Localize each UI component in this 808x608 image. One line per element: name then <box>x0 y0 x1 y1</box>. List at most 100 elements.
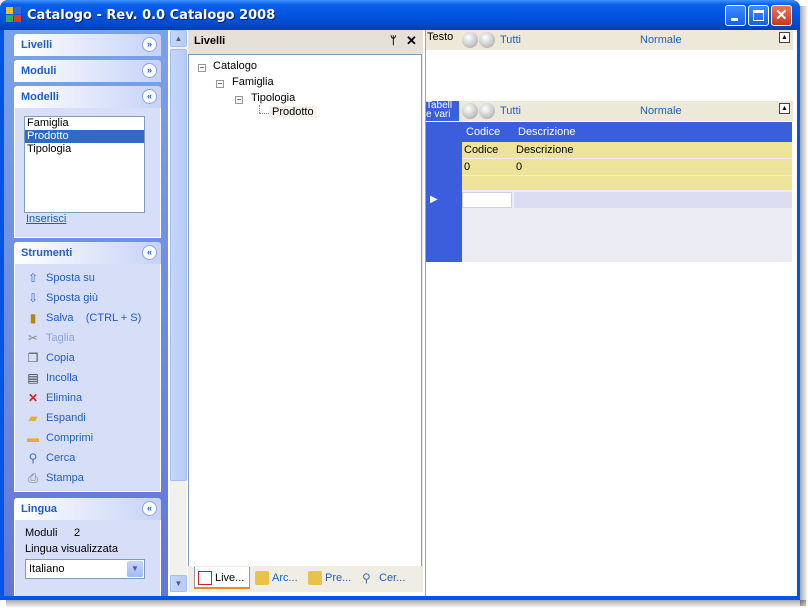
collapse-chevron-icon[interactable]: « <box>142 245 157 260</box>
table-cell[interactable]: Codice <box>462 142 514 158</box>
table-cell[interactable] <box>514 176 792 190</box>
tool-elimina[interactable]: ✕ Elimina <box>25 389 82 407</box>
tool-label: Comprimi <box>46 432 94 444</box>
window-title: Catalogo - Rev. 0.0 Catalogo 2008 <box>27 8 276 23</box>
app-window: Catalogo - Rev. 0.0 Catalogo 2008 ✕ Live… <box>0 0 800 600</box>
maximize-icon <box>753 10 764 21</box>
inserisci-link[interactable]: Inserisci <box>26 213 66 225</box>
lingua-select[interactable]: Italiano ▼ <box>25 559 145 579</box>
tree-node[interactable]: Prodotto <box>269 106 317 118</box>
filter-link[interactable]: Tutti <box>500 34 521 46</box>
list-item[interactable]: Famiglia <box>25 117 144 130</box>
panel-scrollbar[interactable]: ▲ ▼ <box>170 30 187 592</box>
column-header[interactable]: Codice <box>462 122 514 142</box>
tool-comprimi[interactable]: ▬ Comprimi <box>25 429 93 447</box>
data-grid[interactable]: Codice Descrizione Codice Descrizione 0 … <box>426 122 792 262</box>
scissors-icon: ✂ <box>27 331 39 346</box>
new-row-cell[interactable] <box>514 192 792 208</box>
tab-cerca[interactable]: ⚲ Cer... <box>359 567 414 589</box>
livelli-header[interactable]: Livelli » <box>14 34 161 56</box>
archive-icon <box>255 571 269 585</box>
tool-cerca[interactable]: ⚲ Cerca <box>25 449 76 467</box>
new-row-cell[interactable] <box>462 192 512 208</box>
lingua-header[interactable]: Lingua « <box>14 498 161 520</box>
tab-label: Arc... <box>272 572 298 584</box>
tool-sposta-su[interactable]: ⇧ Sposta su <box>25 269 95 287</box>
toggle-orb-icon[interactable] <box>479 103 495 119</box>
pin-icon[interactable]: ᛘ <box>390 35 397 47</box>
tool-label: Salva (CTRL + S) <box>46 312 142 324</box>
scroll-down-button[interactable]: ▼ <box>170 575 187 592</box>
close-icon[interactable]: ✕ <box>406 33 417 49</box>
scroll-up-button[interactable]: ▲ <box>170 30 187 47</box>
paste-icon: ▤ <box>27 371 39 386</box>
tool-incolla[interactable]: ▤ Incolla <box>25 369 77 387</box>
expand-chevron-icon[interactable]: » <box>142 37 157 52</box>
collapse-node-icon[interactable]: − <box>235 96 243 104</box>
toggle-orb-icon[interactable] <box>479 32 495 48</box>
modelli-header[interactable]: Modelli « <box>14 86 161 108</box>
app-icon <box>6 7 22 23</box>
modelli-body: Famiglia Prodotto Tipologia Inserisci <box>14 108 161 238</box>
tool-taglia[interactable]: ✂ Taglia <box>25 329 75 347</box>
tab-livelli[interactable]: Live... <box>194 567 250 589</box>
tool-stampa[interactable]: ⎙ Stampa <box>25 469 84 487</box>
tree-view[interactable]: − Catalogo − Famiglia − Tipologia Prodot… <box>188 54 422 568</box>
moduli-count-value: 2 <box>74 527 81 539</box>
moduli-header[interactable]: Moduli » <box>14 60 161 82</box>
mode-link[interactable]: Normale <box>640 105 682 117</box>
tree-node[interactable]: Catalogo <box>213 60 257 72</box>
modelli-list[interactable]: Famiglia Prodotto Tipologia <box>24 116 145 213</box>
tree-node[interactable]: Tipologia <box>251 92 295 104</box>
collapse-icon[interactable]: ▲ <box>779 32 790 43</box>
tab-preferiti[interactable]: Pre... <box>305 567 355 589</box>
tree-node[interactable]: Famiglia <box>232 76 274 88</box>
title-bar[interactable]: Catalogo - Rev. 0.0 Catalogo 2008 ✕ <box>0 0 800 30</box>
modelli-title: Modelli <box>21 91 59 103</box>
filter-link[interactable]: Tutti <box>500 105 521 117</box>
tree-line <box>259 113 269 115</box>
tool-salva[interactable]: ▮ Salva (CTRL + S) <box>25 309 142 327</box>
toggle-orb-icon[interactable] <box>462 103 478 119</box>
moduli-title: Moduli <box>21 65 57 77</box>
table-cell[interactable]: Descrizione <box>514 142 792 158</box>
table-cell[interactable]: 0 <box>514 159 792 175</box>
tab-archivi[interactable]: Arc... <box>252 567 302 589</box>
toggle-orb-icon[interactable] <box>462 32 478 48</box>
chevron-down-icon[interactable]: ▼ <box>127 561 143 577</box>
close-button[interactable]: ✕ <box>771 5 792 26</box>
tool-copia[interactable]: ❐ Copia <box>25 349 75 367</box>
tool-sposta-giu[interactable]: ⇩ Sposta giù <box>25 289 98 307</box>
strumenti-body: ⇧ Sposta su ⇩ Sposta giù ▮ Salva (CTRL + S)… <box>14 264 161 492</box>
table-cell[interactable]: 0 <box>462 159 514 175</box>
collapse-node-icon[interactable]: − <box>216 80 224 88</box>
collapse-chevron-icon[interactable]: « <box>142 501 157 516</box>
tab-label: Cer... <box>379 572 406 584</box>
maximize-button[interactable] <box>748 5 769 26</box>
list-item[interactable]: Tipologia <box>25 143 144 156</box>
collapse-chevron-icon[interactable]: « <box>142 89 157 104</box>
task-pane: Livelli » Moduli » Modelli « Famiglia Pr… <box>4 30 168 596</box>
folder-icon: ▬ <box>27 431 39 446</box>
panel-tabs: Live... Arc... Pre... ⚲ Cer... <box>188 566 423 592</box>
minimize-button[interactable] <box>725 5 746 26</box>
scroll-thumb[interactable] <box>170 49 187 481</box>
tabelle-group-header: Tabell e vari Tutti Normale ▲ <box>426 101 793 121</box>
column-header[interactable]: Descrizione <box>514 122 792 142</box>
search-icon: ⚲ <box>362 571 371 585</box>
tool-espandi[interactable]: ▰ Espandi <box>25 409 85 427</box>
collapse-icon[interactable]: ▲ <box>779 103 790 114</box>
livelli-title: Livelli <box>21 39 53 51</box>
tool-label: Sposta su <box>46 272 95 284</box>
tool-label: Sposta giù <box>46 292 98 304</box>
collapse-node-icon[interactable]: − <box>198 64 206 72</box>
mode-link[interactable]: Normale <box>640 34 682 46</box>
expand-chevron-icon[interactable]: » <box>142 63 157 78</box>
favorites-icon <box>308 571 322 585</box>
list-item[interactable]: Prodotto <box>25 130 144 143</box>
strumenti-header[interactable]: Strumenti « <box>14 242 161 264</box>
table-cell[interactable] <box>462 176 514 190</box>
delete-icon: ✕ <box>27 391 39 406</box>
lingua-title: Lingua <box>21 503 58 515</box>
tab-label: Pre... <box>325 572 352 584</box>
